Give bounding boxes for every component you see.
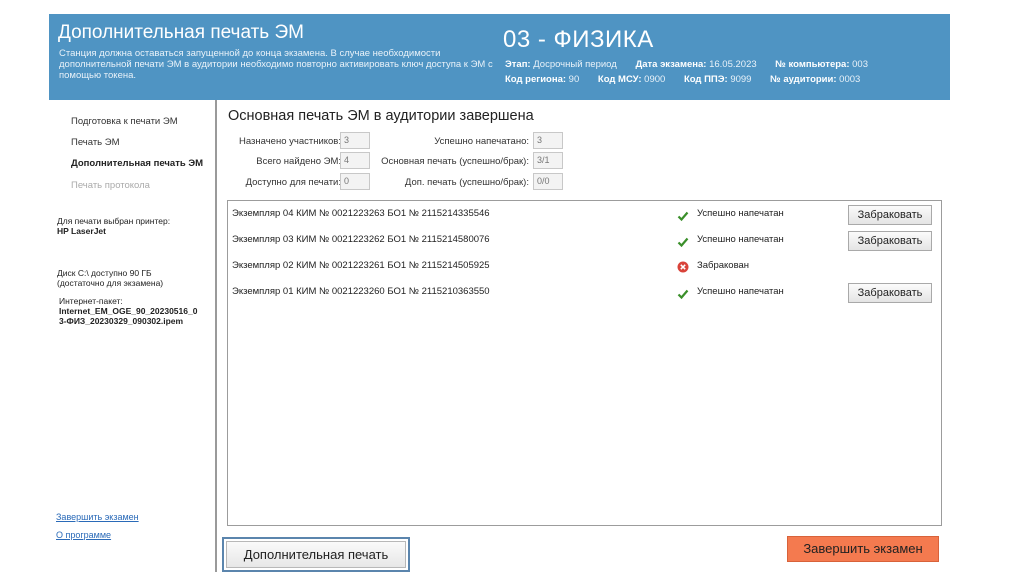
disk-info: Диск C:\ доступно 90 ГБ (достаточно для … bbox=[57, 268, 164, 288]
row-status: Успешно напечатан bbox=[697, 208, 784, 219]
reject-button[interactable]: Забраковать bbox=[848, 231, 932, 251]
header-bar: Дополнительная печать ЭМ Станция должна … bbox=[49, 14, 950, 100]
finish-exam-link[interactable]: Завершить экзамен bbox=[56, 512, 139, 522]
reject-icon bbox=[677, 261, 689, 273]
reject-button[interactable]: Забраковать bbox=[848, 205, 932, 225]
reject-button[interactable]: Забраковать bbox=[848, 283, 932, 303]
extra-print-label: Доп. печать (успешно/брак): bbox=[404, 177, 529, 188]
list-item: Экземпляр 04 КИМ № 0021223263 БО1 № 2115… bbox=[232, 208, 490, 219]
package-info: Интернет-пакет: Internet_EM_OGE_90_20230… bbox=[59, 296, 198, 326]
found-label: Всего найдено ЭМ: bbox=[256, 156, 341, 167]
main-print-label: Основная печать (успешно/брак): bbox=[381, 156, 529, 167]
main-panel: Основная печать ЭМ в аудитории завершена… bbox=[217, 100, 950, 572]
sidebar-item-prepare[interactable]: Подготовка к печати ЭМ bbox=[71, 116, 178, 127]
check-icon bbox=[677, 289, 689, 300]
sidebar: Подготовка к печати ЭМ Печать ЭМ Дополни… bbox=[49, 100, 217, 572]
found-value: 4 bbox=[340, 152, 370, 169]
subject-title: 03 - ФИЗИКА bbox=[503, 26, 654, 53]
available-label: Доступно для печати: bbox=[245, 177, 341, 188]
copies-list: Экземпляр 04 КИМ № 0021223263 БО1 № 2115… bbox=[227, 200, 942, 526]
exam-info-line-2: Код региона: 90 Код МСУ: 0900 Код ППЭ: 9… bbox=[505, 74, 861, 85]
page-title: Основная печать ЭМ в аудитории завершена bbox=[228, 108, 534, 124]
exam-info-line-1: Этап: Досрочный период Дата экзамена: 16… bbox=[505, 59, 868, 70]
row-status: Забракован bbox=[697, 260, 750, 271]
printed-label: Успешно напечатано: bbox=[434, 136, 529, 147]
printer-info: Для печати выбран принтер: HP LaserJet bbox=[57, 216, 171, 236]
sidebar-item-extra-print[interactable]: Дополнительная печать ЭМ bbox=[71, 158, 203, 169]
list-item: Экземпляр 02 КИМ № 0021223261 БО1 № 2115… bbox=[232, 260, 490, 271]
list-item: Экземпляр 03 КИМ № 0021223262 БО1 № 2115… bbox=[232, 234, 490, 245]
check-icon bbox=[677, 237, 689, 248]
main-print-value: 3/1 bbox=[533, 152, 563, 169]
window-title: Дополнительная печать ЭМ bbox=[58, 22, 304, 43]
sidebar-item-protocol: Печать протокола bbox=[71, 180, 150, 191]
finish-exam-button[interactable]: Завершить экзамен bbox=[787, 536, 939, 562]
about-link[interactable]: О программе bbox=[56, 530, 111, 540]
sidebar-item-print[interactable]: Печать ЭМ bbox=[71, 137, 120, 148]
row-status: Успешно напечатан bbox=[697, 234, 784, 245]
row-status: Успешно напечатан bbox=[697, 286, 784, 297]
list-item: Экземпляр 01 КИМ № 0021223260 БО1 № 2115… bbox=[232, 286, 490, 297]
assigned-value: 3 bbox=[340, 132, 370, 149]
check-icon bbox=[677, 211, 689, 222]
assigned-label: Назначено участников: bbox=[239, 136, 341, 147]
extra-print-button[interactable]: Дополнительная печать bbox=[226, 541, 406, 568]
available-value: 0 bbox=[340, 173, 370, 190]
printed-value: 3 bbox=[533, 132, 563, 149]
extra-print-value: 0/0 bbox=[533, 173, 563, 190]
app-window: Дополнительная печать ЭМ Станция должна … bbox=[49, 14, 950, 572]
header-note: Станция должна оставаться запущенной до … bbox=[59, 48, 493, 81]
